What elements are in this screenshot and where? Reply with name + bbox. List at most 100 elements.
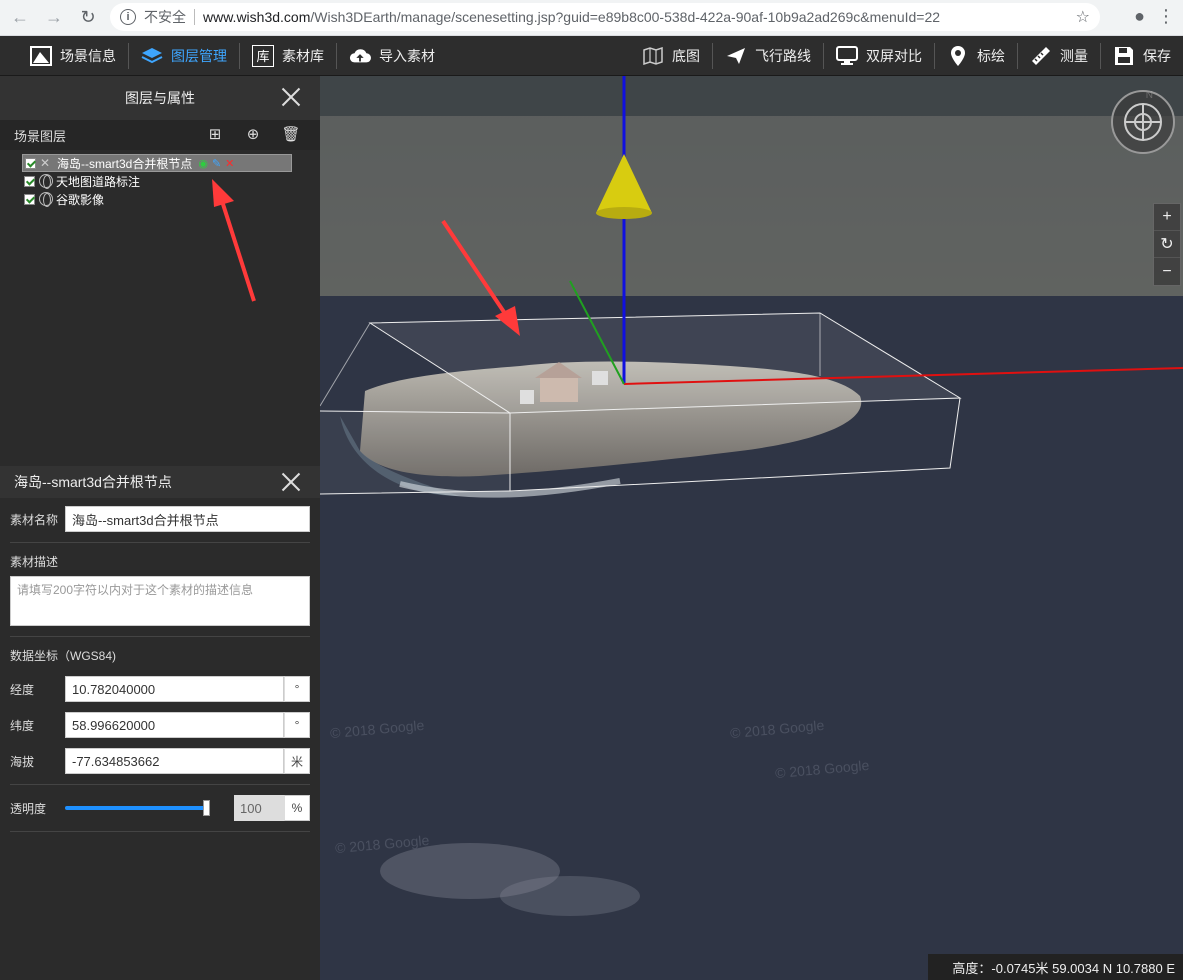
add-folder-icon[interactable]: ⊕: [244, 125, 262, 143]
layers-properties-panel: 图层与属性 场景图层 ⊞ ⊕ 🗑 ✕ 海岛--smart3d合并根节点 ◉ ✎ …: [0, 76, 320, 980]
opacity-unit: %: [284, 795, 310, 821]
reload-icon[interactable]: ↻: [74, 4, 102, 32]
flight-route-label: 飞行路线: [755, 48, 811, 64]
save-button[interactable]: 保存: [1101, 36, 1183, 76]
ruler-icon: [1030, 45, 1052, 67]
divider: [10, 542, 310, 543]
layer-item-island[interactable]: ✕ 海岛--smart3d合并根节点 ◉ ✎ ✕: [22, 154, 292, 172]
back-icon[interactable]: ←: [6, 4, 34, 32]
layer-tree: ✕ 海岛--smart3d合并根节点 ◉ ✎ ✕ 天地图道路标注 谷歌影像: [0, 150, 320, 208]
divider: [10, 784, 310, 785]
info-icon[interactable]: i: [120, 9, 136, 25]
save-icon: [1113, 45, 1135, 67]
panel-title: 图层与属性: [125, 90, 195, 106]
layer-item-road-labels[interactable]: 天地图道路标注: [24, 172, 320, 190]
status-bar: 高度：-0.0745米 59.0034 N 10.7880 E: [928, 954, 1183, 980]
url-domain: www.wish3d.com: [203, 9, 311, 25]
model-icon: ✕: [40, 156, 51, 170]
layer-manage-label: 图层管理: [171, 47, 227, 64]
properties-header: 海岛--smart3d合并根节点: [0, 466, 320, 498]
layer-checkbox[interactable]: [24, 175, 35, 187]
forward-icon[interactable]: →: [40, 4, 68, 32]
scene-render: [320, 76, 1183, 980]
zoom-in-button[interactable]: +: [1154, 204, 1180, 231]
basemap-label: 底图: [672, 48, 700, 64]
monitor-icon: [836, 45, 858, 67]
map-icon: [642, 45, 664, 67]
panel-header: 图层与属性: [0, 76, 320, 120]
menu-dots-icon[interactable]: ⋮: [1157, 6, 1175, 27]
plane-icon: [725, 45, 747, 67]
zoom-out-button[interactable]: −: [1154, 258, 1180, 285]
scene-info-button[interactable]: 场景信息: [0, 36, 128, 76]
measure-button[interactable]: 测量: [1018, 36, 1100, 76]
layer-item-label: 谷歌影像: [56, 192, 105, 207]
layers-icon: [141, 45, 163, 67]
alt-label: 海拔: [10, 754, 35, 769]
bookmark-star-icon[interactable]: ☆: [1076, 7, 1090, 27]
lon-unit: °: [284, 676, 310, 702]
divider: [194, 9, 195, 25]
lon-input[interactable]: 10.782040000: [65, 676, 284, 702]
opacity-input[interactable]: 100: [234, 795, 284, 821]
plot-button[interactable]: 标绘: [935, 36, 1017, 76]
annotation-arrow: [212, 179, 256, 302]
flight-route-button[interactable]: 飞行路线: [713, 36, 823, 76]
plot-label: 标绘: [977, 48, 1005, 64]
layer-item-label: 海岛--smart3d合并根节点: [57, 156, 193, 171]
coord-label: 数据坐标（WGS84): [10, 649, 117, 663]
delete-icon[interactable]: ✕: [225, 157, 234, 170]
map-viewport[interactable]: © 2018 Google © 2018 Google © 2018 Googl…: [320, 76, 1183, 980]
desc-textarea[interactable]: 请填写200字符以内对于这个素材的描述信息: [10, 576, 310, 626]
layer-checkbox[interactable]: [24, 193, 35, 205]
scene-layers-bar: 场景图层 ⊞ ⊕ 🗑: [0, 120, 320, 150]
upload-icon: [349, 45, 371, 67]
save-label: 保存: [1143, 48, 1171, 64]
properties-body: 素材名称 海岛--smart3d合并根节点 素材描述 请填写200字符以内对于这…: [10, 506, 310, 842]
import-button[interactable]: 导入素材: [337, 36, 447, 76]
layer-checkbox[interactable]: [25, 157, 36, 169]
layer-item-label: 天地图道路标注: [56, 174, 141, 189]
lat-unit: °: [284, 712, 310, 738]
alt-unit: 米: [284, 748, 310, 774]
measure-label: 测量: [1060, 48, 1088, 64]
add-layer-icon[interactable]: ⊞: [206, 125, 224, 143]
alt-input[interactable]: -77.634853662: [65, 748, 284, 774]
address-bar[interactable]: i 不安全 www.wish3d.com/Wish3DEarth/manage/…: [110, 3, 1100, 31]
picture-icon: [30, 45, 52, 67]
library-label: 素材库: [282, 47, 324, 64]
dual-screen-label: 双屏对比: [866, 48, 922, 64]
close-icon[interactable]: [280, 86, 302, 108]
name-input[interactable]: 海岛--smart3d合并根节点: [65, 506, 310, 532]
url-path: /Wish3DEarth/manage/scenesetting.jsp?gui…: [310, 9, 941, 25]
trash-icon[interactable]: 🗑: [281, 125, 300, 143]
pin-icon: [947, 45, 969, 67]
insecure-label: 不安全: [144, 9, 186, 25]
lon-label: 经度: [10, 682, 35, 697]
close-icon[interactable]: [280, 471, 302, 493]
layer-manage-button[interactable]: 图层管理: [129, 36, 239, 76]
library-icon: 库: [252, 44, 274, 67]
browser-toolbar: ← → ↻ i 不安全 www.wish3d.com/Wish3DEarth/m…: [0, 0, 1183, 36]
reset-view-button[interactable]: ↻: [1154, 231, 1180, 258]
layer-item-google-imagery[interactable]: 谷歌影像: [24, 190, 320, 208]
name-label: 素材名称: [10, 512, 59, 527]
scene-layers-label: 场景图层: [14, 128, 67, 144]
library-button[interactable]: 库 素材库: [240, 36, 336, 76]
account-icon[interactable]: ●: [1134, 6, 1145, 27]
lat-input[interactable]: 58.996620000: [65, 712, 284, 738]
dual-screen-button[interactable]: 双屏对比: [824, 36, 934, 76]
edit-icon[interactable]: ✎: [212, 157, 221, 170]
lat-label: 纬度: [10, 718, 35, 733]
slider-track: [65, 806, 210, 810]
divider: [10, 636, 310, 637]
desc-label: 素材描述: [10, 555, 59, 569]
basemap-button[interactable]: 底图: [630, 36, 712, 76]
opacity-slider[interactable]: [65, 795, 210, 821]
compass-icon[interactable]: [1111, 90, 1175, 154]
app-toolbar: 场景信息 图层管理 库 素材库 导入素材 底图 飞行路线 双屏对比 标绘 测量 …: [0, 36, 1183, 76]
properties-title: 海岛--smart3d合并根节点: [14, 474, 172, 490]
locate-icon[interactable]: ◉: [198, 157, 208, 170]
globe-icon: [39, 174, 53, 189]
slider-thumb[interactable]: [203, 800, 210, 816]
